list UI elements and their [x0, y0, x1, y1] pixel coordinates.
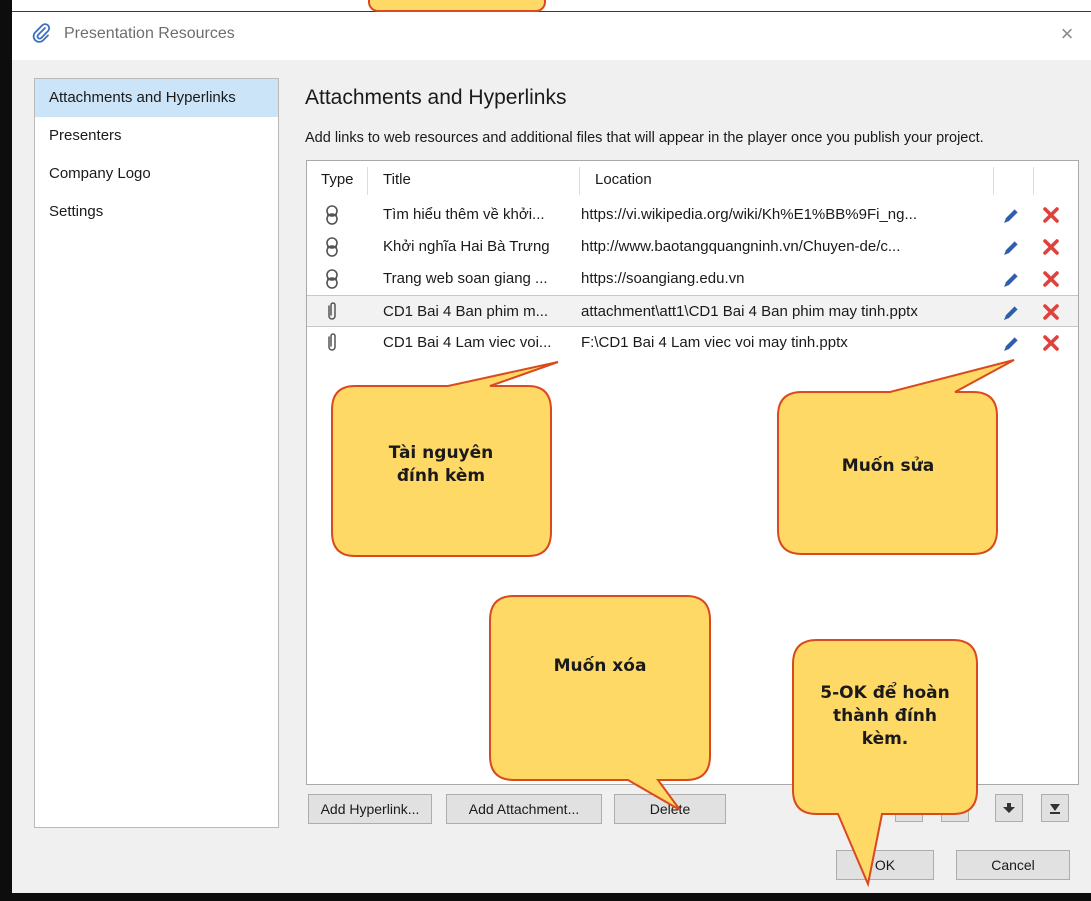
sidebar-item-presenters[interactable]: Presenters [35, 117, 278, 155]
column-header-title[interactable]: Title [383, 171, 411, 188]
column-header-type[interactable]: Type [321, 171, 354, 188]
sidebar-item-settings[interactable]: Settings [35, 193, 278, 231]
table-row[interactable]: Khởi nghĩa Hai Bà Trưng http://www.baota… [307, 231, 1078, 263]
callout-edit-label: Muốn sửa [841, 456, 935, 476]
pencil-icon[interactable] [1000, 302, 1022, 324]
top-callout-fragment [368, 0, 546, 12]
row-location: F:\CD1 Bai 4 Lam viec voi may tinh.pptx [581, 334, 848, 351]
attachment-icon [321, 332, 343, 354]
callout-edit-text: Muốn sửa [798, 455, 978, 478]
attachment-icon [321, 301, 343, 323]
callout-ok-text: 5-OK để hoàn thành đính kèm. [800, 682, 970, 751]
row-title: Khởi nghĩa Hai Bà Trưng [383, 238, 550, 255]
hyperlink-icon [321, 204, 343, 226]
table-row[interactable]: CD1 Bai 4 Lam viec voi... F:\CD1 Bai 4 L… [307, 327, 1078, 359]
move-to-bottom-icon[interactable] [1041, 794, 1069, 822]
table-row[interactable]: CD1 Bai 4 Ban phim m... attachment\att1\… [307, 295, 1078, 327]
presentation-resources-dialog: Presentation Resources × Attachments and… [12, 12, 1091, 893]
pencil-icon[interactable] [1000, 205, 1022, 227]
callout-resources-text: Tài nguyên đính kèm [352, 442, 530, 488]
callout-delete-text: Muốn xóa [510, 655, 690, 678]
move-down-icon[interactable] [995, 794, 1023, 822]
cancel-button[interactable]: Cancel [956, 850, 1070, 880]
callout-delete-label: Muốn xóa [553, 656, 647, 676]
pencil-icon[interactable] [1000, 237, 1022, 259]
screen-frame-top [12, 0, 1091, 12]
row-title: CD1 Bai 4 Ban phim m... [383, 303, 549, 320]
column-header-location[interactable]: Location [595, 171, 652, 188]
row-location: https://vi.wikipedia.org/wiki/Kh%E1%BB%9… [581, 206, 917, 223]
move-to-top-icon[interactable] [895, 794, 923, 822]
screen-frame-bottom [12, 893, 1091, 901]
delete-button[interactable]: Delete [614, 794, 726, 824]
hyperlink-icon [321, 268, 343, 290]
row-location: https://soangiang.edu.vn [581, 270, 745, 287]
delete-x-icon[interactable] [1042, 206, 1060, 224]
table-row[interactable]: Trang web soan giang ... https://soangia… [307, 263, 1078, 295]
delete-x-icon[interactable] [1042, 303, 1060, 321]
close-icon[interactable]: × [1053, 20, 1081, 48]
row-title: Trang web soan giang ... [383, 270, 548, 287]
ok-button[interactable]: OK [836, 850, 934, 880]
row-location: http://www.baotangquangninh.vn/Chuyen-de… [581, 238, 901, 255]
paperclip-icon [30, 22, 52, 44]
column-divider [367, 167, 368, 195]
section-description: Add links to web resources and additiona… [305, 130, 984, 146]
hyperlink-icon [321, 236, 343, 258]
section-title: Attachments and Hyperlinks [305, 86, 567, 109]
row-location: attachment\att1\CD1 Bai 4 Ban phim may t… [581, 303, 918, 320]
column-divider [579, 167, 580, 195]
move-up-icon[interactable] [941, 794, 969, 822]
window-title: Presentation Resources [64, 25, 235, 42]
sidebar: Attachments and Hyperlinks Presenters Co… [34, 78, 279, 828]
column-divider [993, 167, 994, 195]
screen-frame-left [0, 0, 12, 901]
add-attachment-button[interactable]: Add Attachment... [446, 794, 602, 824]
delete-x-icon[interactable] [1042, 238, 1060, 256]
callout-ok-label: 5-OK để hoàn thành đính kèm. [820, 683, 950, 749]
row-title: CD1 Bai 4 Lam viec voi... [383, 334, 552, 351]
pencil-icon[interactable] [1000, 269, 1022, 291]
delete-x-icon[interactable] [1042, 334, 1060, 352]
callout-resources-label: Tài nguyên đính kèm [388, 443, 494, 486]
sidebar-item-attachments[interactable]: Attachments and Hyperlinks [35, 79, 278, 117]
column-divider [1033, 167, 1034, 195]
sidebar-item-company-logo[interactable]: Company Logo [35, 155, 278, 193]
table-header: Type Title Location [307, 161, 1078, 197]
row-title: Tìm hiểu thêm về khởi... [383, 206, 545, 223]
title-bar: Presentation Resources × [12, 12, 1091, 60]
delete-x-icon[interactable] [1042, 270, 1060, 288]
add-hyperlink-button[interactable]: Add Hyperlink... [308, 794, 432, 824]
pencil-icon[interactable] [1000, 333, 1022, 355]
table-row[interactable]: Tìm hiểu thêm về khởi... https://vi.wiki… [307, 199, 1078, 231]
